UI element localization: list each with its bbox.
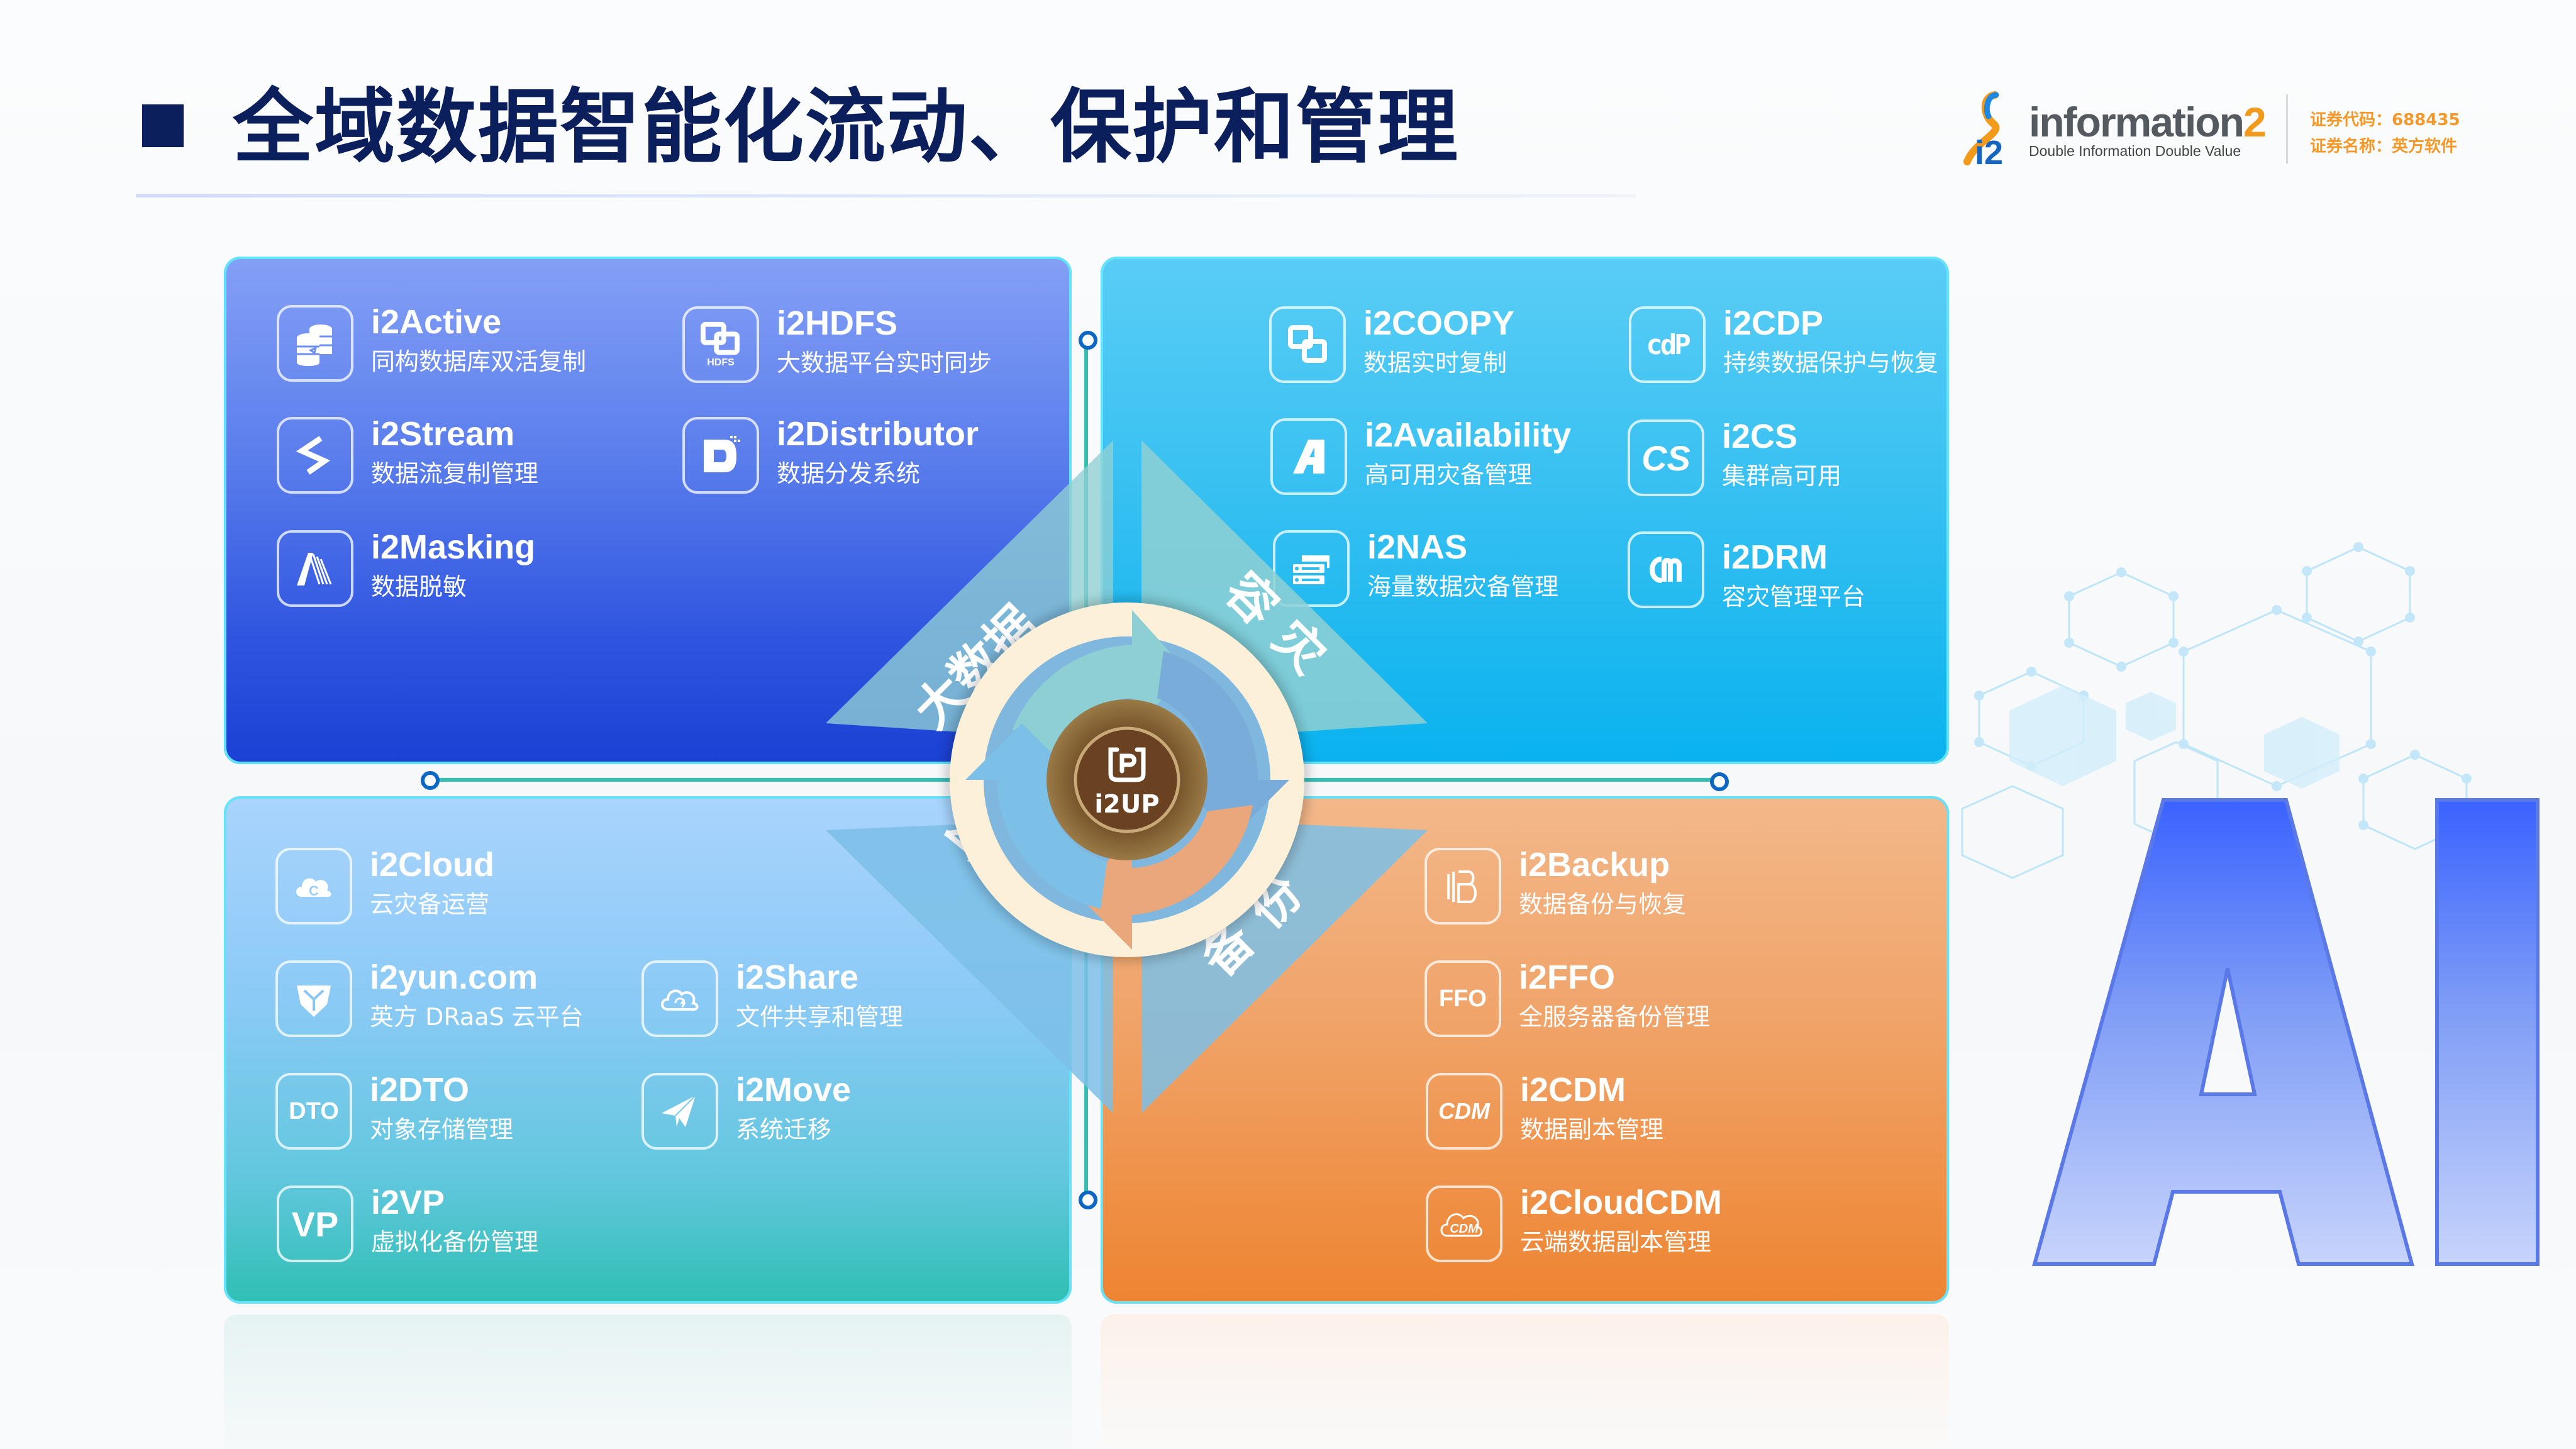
product-desc: 持续数据保护与恢复	[1723, 349, 1939, 377]
product-desc: 数据流复制管理	[371, 460, 539, 487]
product-item-i2ffo[interactable]: FFO i2FFO 全服务器备份管理	[1424, 958, 1777, 1042]
product-name: i2CloudCDM	[1520, 1184, 1722, 1221]
product-name: i2CDP	[1723, 304, 1824, 342]
i2up-center-diagram: 大数据 容灾 云灾备 备份 i2UP	[826, 440, 1428, 1113]
stock-code: 证券代码：688435	[2310, 111, 2460, 130]
product-name: i2DTO	[370, 1071, 470, 1109]
cs-text-icon: CS	[1628, 419, 1704, 496]
product-item-i2vp[interactable]: VP i2VP 虚拟化备份管理	[277, 1184, 591, 1267]
product-desc: 云灾备运营	[370, 891, 490, 918]
product-item-i2coopy[interactable]: i2COOPY 数据实时复制	[1269, 304, 1596, 388]
product-item-i2active[interactable]: i2Active 同构数据库双活复制	[277, 303, 591, 387]
distributor-d-icon	[682, 417, 759, 494]
paper-plane-icon	[641, 1073, 718, 1150]
product-name: i2FFO	[1519, 958, 1616, 996]
product-desc: 虚拟化备份管理	[371, 1228, 539, 1256]
i2-logo-mark-icon: i2	[1963, 91, 2003, 167]
ai-decoration: AI	[1961, 542, 2540, 1266]
stream-s-icon	[277, 417, 353, 494]
linked-squares-icon	[1269, 306, 1346, 383]
product-name: i2Cloud	[370, 846, 494, 884]
product-name: i2COOPY	[1363, 304, 1515, 342]
title-marker	[142, 104, 184, 147]
product-item-i2cdp[interactable]: cdP i2CDP 持续数据保护与恢复	[1629, 304, 1943, 388]
product-desc: 同构数据库双活复制	[371, 348, 587, 375]
ai-letters-icon: AI	[2032, 798, 2540, 1266]
product-name: i2CS	[1722, 418, 1798, 455]
logo-tagline: Double Information Double Value	[2029, 143, 2241, 159]
product-name: i2Backup	[1519, 846, 1670, 884]
company-logo: i2 information2 Double Information Doubl…	[1950, 91, 2277, 167]
connector-dot-right	[1710, 772, 1729, 791]
connector-dot-left	[421, 771, 440, 790]
product-name: i2Active	[371, 303, 502, 341]
product-desc: 数据备份与恢复	[1519, 891, 1687, 918]
product-desc: 数据副本管理	[1520, 1116, 1664, 1143]
database-sync-icon	[277, 305, 353, 382]
logo-wordmark: information2	[2029, 99, 2267, 145]
product-desc: 数据实时复制	[1363, 349, 1507, 377]
product-item-i2dto[interactable]: DTO i2DTO 对象存储管理	[275, 1071, 590, 1155]
product-desc: 英方 DRaaS 云平台	[370, 1003, 584, 1031]
title-divider	[136, 194, 1636, 197]
product-name: i2HDFS	[777, 304, 898, 342]
logo-separator	[2286, 94, 2288, 164]
connector-dot-bottom	[1079, 1191, 1097, 1209]
vp-text-icon: VP	[277, 1185, 353, 1262]
product-desc: 大数据平台实时同步	[777, 349, 992, 377]
stock-name: 证券名称：英方软件	[2310, 137, 2458, 156]
cloud-cdm-icon: CDM	[1426, 1185, 1502, 1262]
product-item-i2drm[interactable]: i2DRM 容灾管理平台	[1628, 531, 1942, 613]
product-item-i2cloud[interactable]: C i2Cloud 云灾备运营	[275, 846, 590, 930]
product-desc: 集群高可用	[1722, 462, 1842, 490]
product-name: i2DRM	[1722, 538, 1828, 576]
product-desc: 全服务器备份管理	[1519, 1003, 1711, 1031]
hdfs-caption: HDFS	[707, 357, 735, 368]
connector-dot-top	[1079, 331, 1097, 350]
cloud-c-icon: C	[275, 848, 352, 924]
dto-text-icon: DTO	[275, 1073, 352, 1150]
page-title: 全域数据智能化流动、保护和管理	[233, 80, 1460, 174]
product-name: i2Stream	[371, 415, 515, 453]
product-desc: 对象存储管理	[370, 1116, 514, 1143]
hexagon-network-nodes	[1974, 542, 2472, 830]
svg-text:C: C	[309, 883, 319, 899]
logo-mark-text: i2	[1975, 134, 2003, 167]
product-item-i2cs[interactable]: CS i2CS 集群高可用	[1628, 418, 1942, 501]
panel-reflection-right	[1101, 1314, 1949, 1449]
product-item-i2backup[interactable]: i2Backup 数据备份与恢复	[1424, 846, 1777, 930]
product-name: i2yun.com	[370, 958, 538, 996]
product-name: i2Masking	[371, 528, 536, 566]
panel-reflection-left	[224, 1314, 1072, 1449]
product-desc: 数据脱敏	[371, 573, 467, 601]
cdp-text-icon: cdP	[1629, 306, 1706, 383]
yun-shield-icon	[275, 960, 352, 1037]
masking-m-icon	[277, 530, 353, 607]
hub-label: i2UP	[1094, 790, 1159, 819]
product-item-i2masking[interactable]: i2Masking 数据脱敏	[277, 528, 591, 612]
drm-icon	[1628, 531, 1704, 608]
product-item-i2cloudcdm[interactable]: CDM i2CloudCDM 云端数据副本管理	[1426, 1184, 1778, 1267]
product-item-i2stream[interactable]: i2Stream 数据流复制管理	[277, 415, 591, 499]
product-item-i2cdm[interactable]: CDM i2CDM 数据副本管理	[1426, 1071, 1778, 1155]
hdfs-icon: HDFS	[682, 306, 759, 383]
product-desc: 云端数据副本管理	[1520, 1228, 1712, 1256]
product-item-i2yun[interactable]: i2yun.com 英方 DRaaS 云平台	[275, 958, 628, 1042]
product-desc: 容灾管理平台	[1722, 583, 1866, 611]
product-name: i2CDM	[1520, 1071, 1626, 1109]
product-item-i2hdfs[interactable]: HDFS i2HDFS 大数据平台实时同步	[682, 304, 1035, 388]
product-name: i2VP	[371, 1184, 445, 1221]
cloud-sync-icon	[641, 960, 718, 1037]
